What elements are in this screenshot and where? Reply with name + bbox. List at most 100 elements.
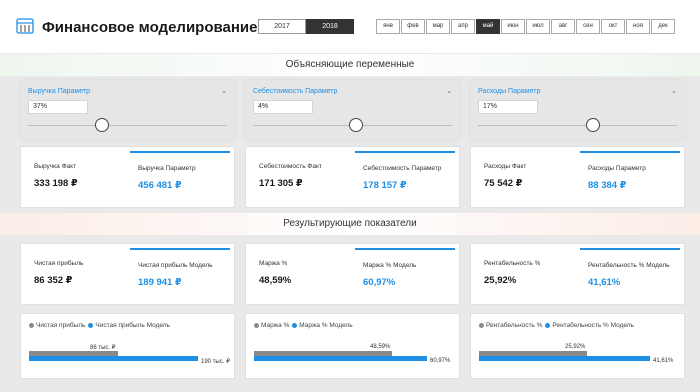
- slider-handle[interactable]: [586, 118, 601, 132]
- kpi-value: 25,92%: [484, 275, 517, 286]
- legend-label-fact[interactable]: Рентабельность %: [486, 322, 542, 329]
- month-button-feb[interactable]: фев: [401, 19, 425, 34]
- kpi-label: Себестоимость Параметр: [363, 165, 442, 172]
- legend-dot-fact: [254, 323, 259, 328]
- kpi-value: 178 157 ₽: [363, 180, 407, 191]
- kpi-card-fact: Маржа % 48,59%: [251, 248, 351, 302]
- kpi-value: 189 941 ₽: [138, 277, 182, 288]
- month-button-jul[interactable]: июл: [526, 19, 550, 34]
- bar-label-model: 60,97%: [430, 358, 451, 364]
- bar-model[interactable]: [254, 356, 427, 361]
- legend-label-fact[interactable]: Чистая прибыль: [36, 322, 85, 329]
- slider-handle[interactable]: [349, 118, 364, 132]
- month-button-aug[interactable]: авг: [551, 19, 575, 34]
- chart-legend: Рентабельность % Рентабельность % Модель: [479, 322, 634, 329]
- kpi-label: Чистая прибыль: [34, 260, 84, 267]
- kpi-value: 75 542 ₽: [484, 178, 523, 189]
- kpi-card-fact: Расходы Факт 75 542 ₽: [476, 151, 576, 205]
- slider-track[interactable]: [28, 125, 227, 126]
- kpi-label: Рентабельность % Модель: [588, 262, 670, 269]
- kpi-value: 456 481 ₽: [138, 180, 182, 191]
- month-button-may[interactable]: май: [476, 19, 500, 34]
- bar-label-fact: 25,92%: [565, 344, 586, 350]
- param-title: Расходы Параметр: [478, 88, 541, 95]
- bar-model[interactable]: [479, 356, 650, 361]
- slider-handle[interactable]: [94, 118, 109, 132]
- header: Финансовое моделирование 2017 2018 янв ф…: [0, 0, 700, 53]
- kpi-label: Маржа %: [259, 260, 288, 267]
- month-button-jan[interactable]: янв: [376, 19, 400, 34]
- month-button-dec[interactable]: дек: [651, 19, 675, 34]
- card-group-expenses: Расходы Факт 75 542 ₽ Расходы Параметр 8…: [470, 146, 685, 208]
- bar-label-fact: 86 тыс. ₽: [90, 345, 116, 351]
- param-title: Себестоимость Параметр: [253, 88, 338, 95]
- kpi-card-fact: Рентабельность % 25,92%: [476, 248, 576, 302]
- param-value-input[interactable]: 4%: [253, 100, 313, 114]
- bar-label-model: 190 тыс. ₽: [201, 359, 230, 365]
- chart-legend: Чистая прибыль Чистая прибыль Модель: [29, 322, 170, 329]
- card-group-profitability: Рентабельность % 25,92% Рентабельность %…: [470, 243, 685, 305]
- chart-panel-margin: Маржа % Маржа % Модель 48,59% 60,97%: [245, 313, 460, 379]
- kpi-card-fact: Чистая прибыль 86 352 ₽: [26, 248, 126, 302]
- calculator-icon: [16, 18, 34, 34]
- legend-dot-model: [545, 323, 551, 328]
- month-button-nov[interactable]: ноя: [626, 19, 650, 34]
- kpi-value: 171 305 ₽: [259, 178, 303, 189]
- kpi-label: Выручка Параметр: [138, 165, 196, 172]
- param-panel-cost: Себестоимость Параметр ⌄ 4%: [245, 80, 460, 140]
- legend-dot-fact: [29, 323, 34, 328]
- page-title: Финансовое моделирование: [42, 19, 258, 36]
- param-panel-revenue: Выручка Параметр ⌄ 37%: [20, 80, 235, 140]
- kpi-card-model: Расходы Параметр 88 384 ₽: [580, 151, 680, 205]
- kpi-value: 88 384 ₽: [588, 180, 627, 191]
- month-button-apr[interactable]: апр: [451, 19, 475, 34]
- slider-track[interactable]: [478, 125, 677, 126]
- year-button-2017[interactable]: 2017: [258, 19, 306, 34]
- chart-panel-profit: Чистая прибыль Чистая прибыль Модель 86 …: [20, 313, 235, 379]
- legend-label-fact[interactable]: Маржа %: [261, 322, 289, 329]
- legend-dot-fact: [479, 323, 484, 328]
- kpi-card-model: Выручка Параметр 456 481 ₽: [130, 151, 230, 205]
- kpi-value: 333 198 ₽: [34, 178, 78, 189]
- month-button-sep[interactable]: сен: [576, 19, 600, 34]
- kpi-card-model: Себестоимость Параметр 178 157 ₽: [355, 151, 455, 205]
- year-slicer: 2017 2018: [258, 19, 354, 34]
- kpi-label: Выручка Факт: [34, 163, 77, 170]
- kpi-value: 41,61%: [588, 277, 621, 288]
- param-panel-expenses: Расходы Параметр ⌄ 17%: [470, 80, 685, 140]
- section-title-results: Результирующие показатели: [0, 213, 700, 235]
- year-button-2018[interactable]: 2018: [306, 19, 354, 34]
- legend-label-model[interactable]: Чистая прибыль Модель: [95, 322, 170, 329]
- month-button-mar[interactable]: мар: [426, 19, 450, 34]
- kpi-value: 86 352 ₽: [34, 275, 73, 286]
- legend-label-model[interactable]: Маржа % Модель: [299, 322, 352, 329]
- legend-label-model[interactable]: Рентабельность % Модель: [552, 322, 634, 329]
- card-group-margin: Маржа % 48,59% Маржа % Модель 60,97%: [245, 243, 460, 305]
- bar-model[interactable]: [29, 356, 198, 361]
- kpi-label: Расходы Факт: [484, 163, 527, 170]
- kpi-label: Чистая прибыль Модель: [138, 262, 213, 269]
- param-value-input[interactable]: 17%: [478, 100, 538, 114]
- bar-label-fact: 48,59%: [370, 344, 391, 350]
- chevron-down-icon[interactable]: ⌄: [671, 87, 677, 95]
- kpi-value: 60,97%: [363, 277, 396, 288]
- card-group-profit: Чистая прибыль 86 352 ₽ Чистая прибыль М…: [20, 243, 235, 305]
- kpi-card-fact: Себестоимость Факт 171 305 ₽: [251, 151, 351, 205]
- month-button-jun[interactable]: июн: [501, 19, 525, 34]
- section-title-explanatory: Объясняющие переменные: [0, 54, 700, 76]
- kpi-value: 48,59%: [259, 275, 292, 286]
- kpi-label: Маржа % Модель: [363, 262, 417, 269]
- kpi-card-fact: Выручка Факт 333 198 ₽: [26, 151, 126, 205]
- kpi-label: Рентабельность %: [484, 260, 541, 267]
- chart-panel-profitability: Рентабельность % Рентабельность % Модель…: [470, 313, 685, 379]
- kpi-card-model: Маржа % Модель 60,97%: [355, 248, 455, 302]
- month-button-oct[interactable]: окт: [601, 19, 625, 34]
- chevron-down-icon[interactable]: ⌄: [221, 87, 227, 95]
- chevron-down-icon[interactable]: ⌄: [446, 87, 452, 95]
- kpi-label: Расходы Параметр: [588, 165, 646, 172]
- kpi-label: Себестоимость Факт: [259, 163, 322, 170]
- param-value-input[interactable]: 37%: [28, 100, 88, 114]
- kpi-card-model: Чистая прибыль Модель 189 941 ₽: [130, 248, 230, 302]
- month-slicer: янв фев мар апр май июн июл авг сен окт …: [376, 19, 676, 34]
- legend-dot-model: [292, 323, 298, 328]
